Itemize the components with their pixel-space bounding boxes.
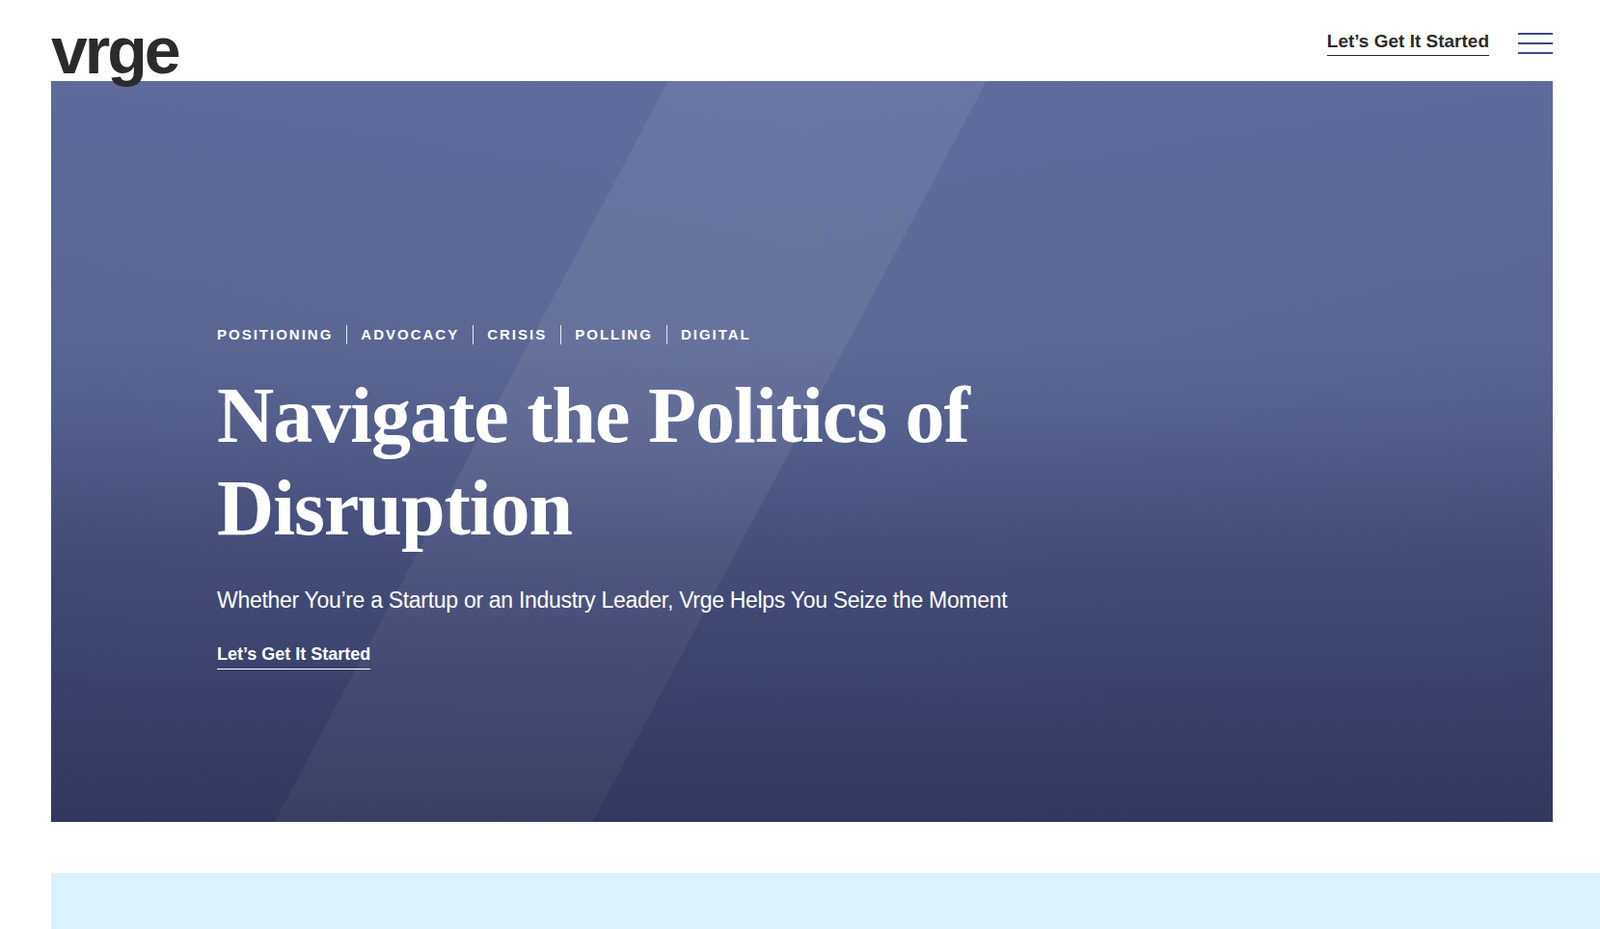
menu-line-icon	[1518, 32, 1553, 35]
page: vrgeLet’s Get It StartedPOSITIONINGADVOC…	[0, 0, 1600, 929]
menu-line-icon	[1518, 52, 1553, 55]
service-tag[interactable]: POLLING	[560, 325, 667, 345]
hero-content: POSITIONINGADVOCACYCRISISPOLLINGDIGITAL N…	[51, 81, 1553, 670]
header-cta-link[interactable]: Let’s Get It Started	[1327, 30, 1490, 56]
next-section	[51, 872, 1600, 929]
service-tag[interactable]: CRISIS	[472, 325, 561, 345]
hero-banner: POSITIONINGADVOCACYCRISISPOLLINGDIGITAL N…	[51, 81, 1553, 822]
menu-button[interactable]	[1518, 32, 1553, 55]
header-nav: Let’s Get It Started	[1327, 0, 1553, 56]
service-tag[interactable]: POSITIONING	[216, 325, 347, 345]
site-header: vrge Let’s Get It Started	[51, 0, 1600, 82]
menu-line-icon	[1518, 42, 1553, 45]
hero-subtitle: Whether You’re a Startup or an Industry …	[216, 587, 1007, 614]
service-tags: POSITIONINGADVOCACYCRISISPOLLINGDIGITAL	[216, 325, 765, 345]
service-tag[interactable]: DIGITAL	[666, 325, 765, 345]
logo[interactable]: vrge	[51, 0, 179, 83]
service-tag[interactable]: ADVOCACY	[346, 325, 473, 345]
hero-cta-link[interactable]: Let’s Get It Started	[216, 644, 371, 670]
hero-headline: Navigate the Politics of Disruption	[216, 369, 1327, 555]
